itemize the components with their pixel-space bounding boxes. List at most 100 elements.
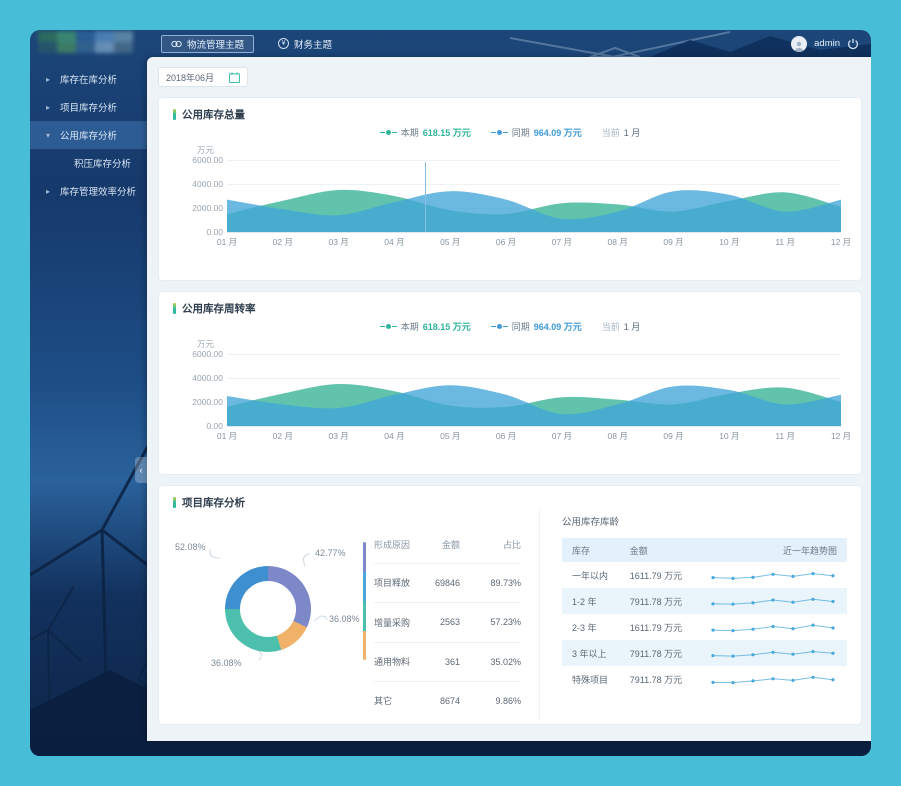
aging-amount: 7911.78 万元 [620,588,695,614]
donut-label: 36.08% [211,658,242,668]
legend-label: 同期 [512,320,530,333]
plot-area [227,160,841,232]
donut-leader-line [314,613,328,627]
legend-label: 同期 [512,126,530,139]
donut-leader-line [302,553,312,566]
link-icon [171,40,182,48]
chart-legend: 本期 618.15 万元 同期 964.09 万元当前1 月 [173,124,847,140]
legend-value: 964.09 万元 [534,320,582,333]
chart-card-turnover-rate: 公用库存周转率 本期 618.15 万元 同期 964.09 万元当前1 月 万… [158,291,862,475]
finance-coin-icon: ¥ [278,38,289,49]
aging-trend [694,666,847,692]
x-axis-label: 07 月 [552,430,572,442]
table-row: 1-2 年 7911.78 万元 [562,588,847,614]
x-axis-label: 01 月 [217,236,237,248]
title-accent-bar [173,109,176,120]
aging-bucket: 2-3 年 [562,614,620,640]
sidebar-item[interactable]: ▸ 项目库存分析 [30,93,147,121]
legend-value: 618.15 万元 [423,320,471,333]
body-layout: ▸库存在库分析 ▸ 项目库存分析 ▾公用库存分析积压库存分析 ▸ 库存管理效率分析 ‹ 2… [30,57,871,756]
title-accent-bar [173,303,176,314]
strip-segment [363,601,366,631]
table-row: 特殊项目 7911.78 万元 [562,666,847,692]
x-axis-label: 10 月 [719,430,739,442]
top-header: 物流管理主题 ¥ 财务主题 admin [30,30,871,57]
tab-finance-theme[interactable]: ¥ 财务主题 [268,35,342,53]
table-row: 2-3 年 1611.79 万元 [562,614,847,640]
aging-amount: 7911.78 万元 [620,666,695,692]
card-title: 公用库存周转率 [173,301,847,316]
table-header-row: 形成原因金额占比 [374,528,521,563]
tab-logistics-theme[interactable]: 物流管理主题 [161,35,254,53]
table-cell: 57.23% [460,603,521,642]
app-logo [38,31,133,53]
table-cell: 通用物料 [374,642,420,681]
x-axis-label: 05 月 [440,236,460,248]
legend-marker-icon [491,324,508,329]
legend-value: 618.15 万元 [423,126,471,139]
sidebar-item[interactable]: ▾公用库存分析 [30,121,147,149]
y-axis-tick: 4000.00 [183,179,223,189]
x-axis-label: 10 月 [719,236,739,248]
legend-item[interactable]: 同期 964.09 万元 [491,126,582,139]
x-axis-label: 02 月 [273,430,293,442]
aging-bucket: 1-2 年 [562,588,620,614]
sidebar-item[interactable]: ▸ 库存管理效率分析 [30,177,147,205]
aging-amount: 1611.79 万元 [620,562,695,588]
aging-bucket: 3 年以上 [562,640,620,666]
current-month-marker [425,162,426,232]
sidebar-item-label: 库存在库分析 [60,72,117,86]
legend-marker-icon [380,324,397,329]
x-axis-label: 04 月 [384,236,404,248]
aging-bucket: 特殊项目 [562,666,620,692]
legend-item[interactable]: 同期 964.09 万元 [491,320,582,333]
sidebar-item-label: 公用库存分析 [60,128,117,142]
sidebar-item[interactable]: ▸库存在库分析 [30,65,147,93]
chevron-right-icon: ▸ [46,187,53,196]
strip-segment [363,542,366,572]
user-avatar[interactable] [791,36,807,52]
trend-sparkline [709,593,837,609]
section-title: 项目库存分析 [182,495,245,510]
legend-current-month: 当前1 月 [602,320,641,333]
aging-trend [694,588,847,614]
main-panel: ‹ 2018年06月 公用库存总量 本期 618.15 万元 [147,57,871,741]
date-picker[interactable]: 2018年06月 [158,67,248,87]
donut-label: 52.08% [175,542,206,552]
gridline [227,426,841,427]
chevron-right-icon: ▸ [46,103,53,112]
aging-trend [694,562,847,588]
y-axis-tick: 6000.00 [183,349,223,359]
power-icon[interactable] [847,38,859,50]
legend-value: 964.09 万元 [534,126,582,139]
table-cell: 35.02% [460,642,521,681]
legend-item[interactable]: 本期 618.15 万元 [380,320,471,333]
trend-sparkline [709,645,837,661]
x-axis-label: 11 月 [775,430,795,442]
date-value: 2018年06月 [166,71,214,84]
sidebar-item-label: 项目库存分析 [60,100,117,114]
sidebar-item[interactable]: 积压库存分析 [30,149,147,177]
legend-item[interactable]: 本期 618.15 万元 [380,126,471,139]
aging-amount: 7911.78 万元 [620,640,695,666]
aging-title: 公用库存库龄 [562,514,847,528]
column-header: 金额 [620,538,695,562]
trend-sparkline [709,671,837,687]
x-axis-label: 06 月 [496,430,516,442]
area-chart: 万元6000.004000.002000.000.0001 月02 月03 月0… [179,144,845,248]
aging-trend [694,640,847,666]
table-cell: 361 [420,642,460,681]
donut-leader-line [208,549,221,559]
x-axis-label: 12 月 [831,236,851,248]
x-axis: 01 月02 月03 月04 月05 月06 月07 月08 月09 月10 月… [227,236,841,248]
donut-label: 42.77% [315,548,346,558]
series-color-strip [363,542,366,660]
column-header: 占比 [460,528,521,563]
y-axis-tick: 2000.00 [183,397,223,407]
username-label[interactable]: admin [814,38,840,49]
user-area: admin [791,36,859,52]
sidebar-collapse-button[interactable]: ‹ [135,457,147,483]
area-series [227,354,841,426]
strip-segment [363,572,366,602]
sidebar-item-label: 库存管理效率分析 [60,184,136,198]
